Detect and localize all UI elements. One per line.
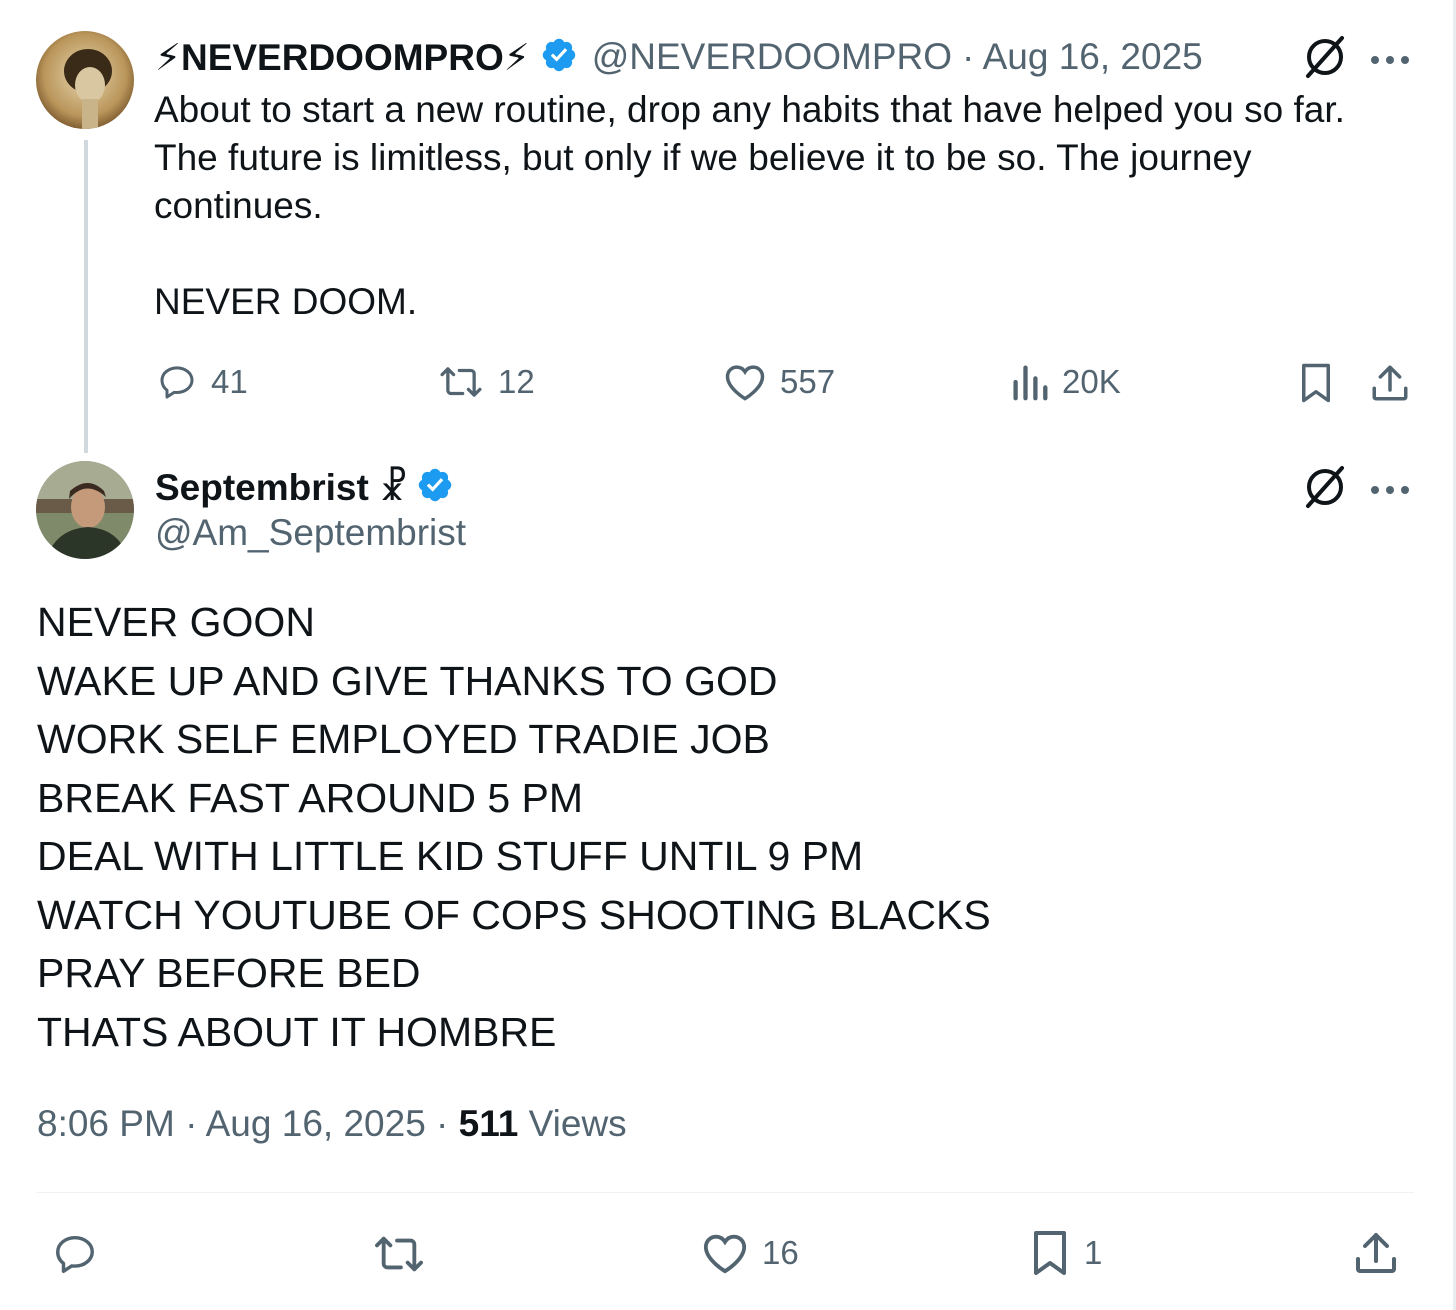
bookmark-icon[interactable] [1298, 362, 1334, 409]
analytics-icon [1013, 365, 1048, 401]
share-icon[interactable] [1370, 362, 1410, 409]
text-line: continues. [154, 185, 323, 226]
text-line: WAKE UP AND GIVE THANKS TO GOD [37, 657, 778, 704]
grok-icon[interactable] [1302, 464, 1348, 515]
tweet1-header: ⚡NEVERDOOMPRO⚡ @NEVERDOOMPRO · Aug 16, 2… [155, 34, 1203, 80]
text-line: The future is limitless, but only if we … [154, 137, 1252, 178]
divider [36, 1192, 1414, 1193]
timestamp[interactable]: · Aug 16, 2025 [962, 36, 1203, 78]
repost-icon [375, 1236, 423, 1272]
text-line: About to start a new routine, drop any h… [154, 89, 1345, 130]
text-line: WATCH YOUTUBE OF COPS SHOOTING BLACKS [37, 891, 991, 938]
repost-button[interactable]: 12 [438, 362, 535, 402]
like-count: 557 [780, 363, 836, 400]
views-count: 20K [1062, 363, 1121, 400]
like-count: 16 [762, 1234, 799, 1271]
like-button[interactable]: 16 [702, 1231, 799, 1275]
heart-icon [703, 1234, 747, 1274]
text-line: THATS ABOUT IT HOMBRE [37, 1008, 557, 1055]
bookmark-button[interactable]: 1 [1030, 1228, 1102, 1278]
text-line: PRAY BEFORE BED [37, 950, 421, 996]
reply-icon [160, 366, 194, 399]
handle[interactable]: @Am_Septembrist [155, 512, 466, 554]
views-count: 511 [458, 1103, 519, 1144]
heart-icon [725, 365, 765, 401]
reply-button[interactable] [52, 1231, 98, 1282]
reply-icon [56, 1235, 94, 1273]
repost-button[interactable] [372, 1231, 426, 1282]
reply-button[interactable]: 41 [157, 362, 248, 402]
display-name[interactable]: Septembrist ☧ [155, 466, 408, 509]
tweet1-text: About to start a new routine, drop any h… [154, 86, 1345, 326]
tweet2-header: Septembrist ☧ [155, 464, 454, 510]
bookmark-icon [1034, 1231, 1066, 1275]
repost-count: 12 [498, 363, 535, 400]
thread-connector [84, 140, 88, 453]
share-icon[interactable] [1354, 1229, 1398, 1282]
text-line: NEVER GOON [37, 599, 315, 645]
post-time[interactable]: 8:06 PM · Aug 16, 2025 · [37, 1103, 459, 1144]
more-options-icon[interactable] [1370, 52, 1410, 70]
tweet2-meta: 8:06 PM · Aug 16, 2025 · 511 Views [37, 1103, 627, 1145]
verified-badge-icon [540, 36, 578, 79]
text-line: DEAL WITH LITTLE KID STUFF UNTIL 9 PM [37, 833, 864, 879]
handle[interactable]: @NEVERDOOMPRO [592, 36, 952, 78]
repost-icon [440, 367, 482, 397]
more-options-icon[interactable] [1370, 482, 1410, 500]
text-line: BREAK FAST AROUND 5 PM [37, 774, 584, 821]
bookmark-count: 1 [1084, 1234, 1103, 1271]
grok-icon[interactable] [1302, 34, 1348, 85]
display-name[interactable]: ⚡NEVERDOOMPRO⚡ [155, 36, 530, 79]
text-line: NEVER DOOM. [154, 281, 418, 322]
reply-count: 41 [211, 363, 248, 400]
text-line: WORK SELF EMPLOYED TRADIE JOB [37, 716, 770, 762]
like-button[interactable]: 557 [724, 362, 835, 402]
tweet2-text: NEVER GOON WAKE UP AND GIVE THANKS TO GO… [37, 593, 991, 1061]
views-button[interactable]: 20K [1012, 362, 1121, 402]
views-label: Views [518, 1103, 627, 1144]
avatar-septembrist[interactable] [36, 461, 134, 559]
avatar-neverdoompro[interactable] [36, 31, 134, 129]
text-line [154, 230, 1345, 278]
verified-badge-icon [416, 466, 454, 509]
